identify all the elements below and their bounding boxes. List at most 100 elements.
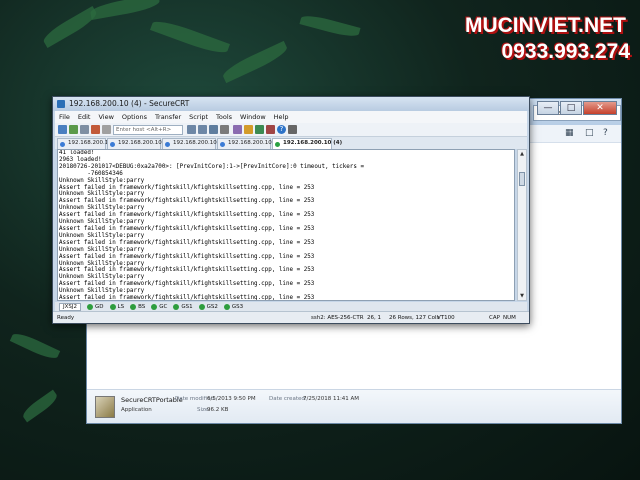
created-value: 7/25/2018 11:41 AM: [303, 396, 360, 402]
connect-icon[interactable]: [58, 125, 67, 134]
securecrt-titlebar: 192.168.200.10 (4) - SecureCRT: [53, 97, 529, 111]
securecrt-app-icon: [57, 100, 65, 108]
terminal-line: Unknown SkillStyle:parry: [59, 260, 145, 267]
command-button-gd[interactable]: GD: [87, 304, 104, 310]
host-input[interactable]: Enter host <Alt+R>: [113, 125, 183, 135]
scroll-up-icon[interactable]: ▲: [518, 150, 526, 158]
menu-script[interactable]: Script: [185, 113, 212, 121]
preview-pane-icon[interactable]: □: [585, 128, 594, 138]
leaf-decoration: [89, 0, 161, 20]
terminal-line: -760854346: [59, 170, 123, 177]
sftp-icon[interactable]: [255, 125, 264, 134]
leaf-decoration: [150, 16, 230, 58]
toolbar: Enter host <Alt+R> ?: [55, 123, 527, 137]
terminal-line: 41 loaded!: [59, 150, 95, 156]
status-emulation: VT100: [437, 315, 455, 321]
global-options-icon[interactable]: [244, 125, 253, 134]
file-type: Application: [121, 407, 152, 413]
session-status-icon: [165, 142, 170, 147]
window-title: 192.168.200.10 (4) - SecureCRT: [69, 99, 190, 108]
button-label: BS: [138, 304, 146, 310]
scroll-thumb[interactable]: [519, 172, 525, 186]
command-button-gs2[interactable]: GS2: [198, 304, 218, 310]
status-num: NUM: [503, 315, 516, 321]
scroll-down-icon[interactable]: ▼: [518, 292, 526, 300]
session-status-icon: [220, 142, 225, 147]
button-label: GC: [159, 304, 168, 310]
terminal-line: Assert failed in framework/fightskill/kf…: [59, 281, 315, 288]
leaf-decoration: [20, 389, 60, 423]
status-encryption: ssh2: AES-256-CTR: [311, 315, 364, 321]
command-button-ls[interactable]: LS: [109, 304, 125, 310]
terminal-line: Assert failed in framework/fightskill/kf…: [59, 239, 315, 246]
minimize-icon[interactable]: —: [537, 101, 559, 115]
terminal-line: Assert failed in framework/fightskill/kf…: [59, 225, 315, 232]
terminal-line: Assert failed in framework/fightskill/kf…: [59, 184, 315, 191]
menu-bar: File Edit View Options Transfer Script T…: [55, 111, 527, 123]
terminal-line: Unknown SkillStyle:parry: [59, 205, 145, 212]
keymap-icon[interactable]: [266, 125, 275, 134]
terminal-line: 20180726-201017<DEBUG:0xa2a700>: [PrevIn…: [59, 163, 364, 170]
menu-window[interactable]: Window: [236, 113, 270, 121]
menu-tools[interactable]: Tools: [212, 113, 236, 121]
help-icon[interactable]: ?: [603, 128, 608, 138]
button-status-icon: [198, 304, 205, 310]
maximize-icon[interactable]: □: [560, 101, 582, 115]
menu-edit[interactable]: Edit: [74, 113, 95, 121]
file-name: SecureCRTPortable: [121, 396, 183, 404]
button-status-icon: [87, 304, 94, 310]
reconnect-icon[interactable]: [102, 125, 111, 134]
securecrt-window: 192.168.200.10 (4) - SecureCRT File Edit…: [52, 96, 530, 324]
command-button-gs3[interactable]: GS3: [223, 304, 243, 310]
terminal-line: Unknown SkillStyle:parry: [59, 288, 145, 295]
menu-options[interactable]: Options: [118, 113, 151, 121]
disconnect-icon[interactable]: [91, 125, 100, 134]
help-icon[interactable]: ?: [277, 125, 286, 134]
menu-file[interactable]: File: [55, 113, 74, 121]
button-label: GS2: [206, 304, 218, 310]
leaf-decoration: [299, 12, 361, 40]
command-button-bs[interactable]: BS: [130, 304, 145, 310]
close-icon[interactable]: ✕: [583, 101, 617, 115]
session-tabs: 192.168.200.10 192.168.200.10 (1) 192.16…: [55, 137, 527, 149]
connect-tab-icon[interactable]: [80, 125, 89, 134]
paste-icon[interactable]: [198, 125, 207, 134]
terminal-scrollbar[interactable]: ▲ ▼: [517, 149, 527, 301]
menu-transfer[interactable]: Transfer: [151, 113, 185, 121]
button-label: GS1: [181, 304, 193, 310]
terminal-line: Unknown SkillStyle:parry: [59, 232, 145, 239]
tab-session-1[interactable]: 192.168.200.10 (1): [107, 138, 171, 149]
session-selector[interactable]: JXSJ2: [59, 303, 82, 311]
terminal-line: Unknown SkillStyle:parry: [59, 274, 145, 281]
tab-session-0[interactable]: 192.168.200.10: [57, 138, 112, 149]
tab-label: 192.168.200.10 (4): [283, 140, 343, 146]
menu-view[interactable]: View: [94, 113, 117, 121]
button-label: GD: [95, 304, 104, 310]
size-value: 96.2 KB: [207, 407, 229, 413]
settings-icon[interactable]: [233, 125, 242, 134]
tab-session-3[interactable]: 192.168.200.10 (3): [217, 138, 281, 149]
terminal-line: Unknown SkillStyle:parry: [59, 246, 145, 253]
quick-connect-icon[interactable]: [69, 125, 78, 134]
button-status-icon: [173, 304, 180, 310]
terminal-line: Unknown SkillStyle:parry: [59, 177, 145, 184]
button-status-icon: [109, 304, 116, 310]
terminal-line: Assert failed in framework/fightskill/kf…: [59, 267, 315, 274]
terminal-line: Assert failed in framework/fightskill/kf…: [59, 212, 315, 219]
print-icon[interactable]: [220, 125, 229, 134]
button-status-icon: [130, 304, 137, 310]
button-label: LS: [117, 304, 125, 310]
session-status-icon: [60, 142, 65, 147]
tab-session-2[interactable]: 192.168.200.10 (2): [162, 138, 226, 149]
copy-icon[interactable]: [187, 125, 196, 134]
command-button-gc[interactable]: GC: [151, 304, 167, 310]
command-button-gs1[interactable]: GS1: [173, 304, 193, 310]
view-options-icon[interactable]: ▦: [565, 128, 574, 138]
terminal-output[interactable]: 41 loaded! 2963 loaded! 20180726-201017<DE…: [57, 149, 515, 301]
terminal-line: Unknown SkillStyle:parry: [59, 191, 145, 198]
tab-session-4[interactable]: 192.168.200.10 (4): [272, 138, 342, 149]
button-status-icon: [223, 304, 230, 310]
menu-help[interactable]: Help: [270, 113, 293, 121]
find-icon[interactable]: [209, 125, 218, 134]
about-icon[interactable]: [288, 125, 297, 134]
